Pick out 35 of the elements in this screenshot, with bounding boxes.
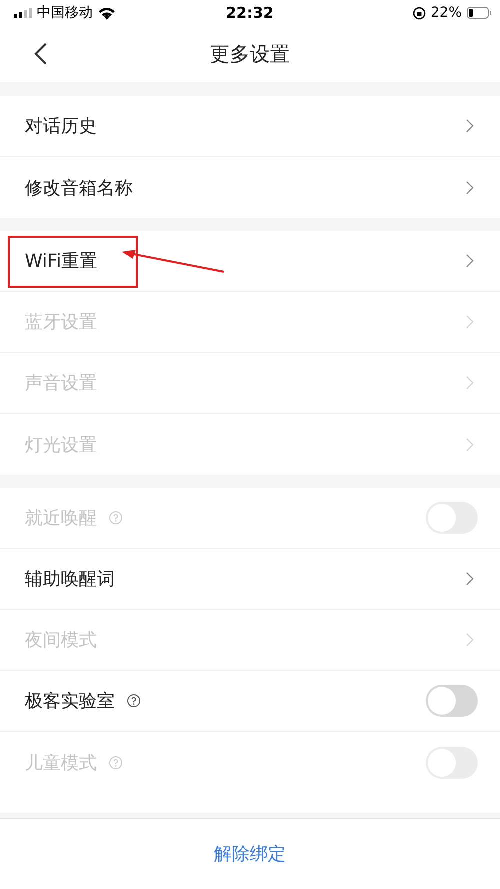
clock-time: 22:32 (225, 4, 275, 22)
row-label: WiFi重置 (25, 250, 98, 273)
chevron-right-icon (466, 633, 474, 647)
page-title: 更多设置 (209, 40, 291, 68)
settings-row[interactable]: 对话历史 (0, 96, 500, 157)
chevron-right-icon (466, 438, 474, 452)
signal-icon (14, 8, 32, 18)
settings-row[interactable]: 修改音箱名称 (0, 157, 500, 218)
toggle-switch[interactable] (426, 685, 478, 717)
row-label: 极客实验室 (25, 690, 115, 713)
chevron-right-icon (466, 180, 474, 194)
settings-row[interactable]: WiFi重置 (0, 231, 500, 292)
wifi-icon (98, 6, 116, 20)
battery-percent: 22% (430, 5, 462, 21)
row-label: 就近唤醒 (25, 507, 97, 530)
chevron-right-icon (466, 315, 474, 329)
chevron-right-icon (466, 254, 474, 268)
row-label: 修改音箱名称 (25, 176, 133, 200)
carrier-name: 中国移动 (37, 4, 93, 22)
help-icon[interactable] (127, 694, 141, 708)
settings-row[interactable]: 辅助唤醒词 (0, 549, 500, 610)
row-label: 声音设置 (25, 372, 97, 395)
unbind-button[interactable]: 解除绑定 (204, 836, 296, 872)
row-label: 蓝牙设置 (25, 311, 97, 334)
row-label: 对话历史 (25, 115, 97, 138)
chevron-right-icon (466, 572, 474, 586)
row-label: 儿童模式 (25, 752, 97, 774)
row-label: 辅助唤醒词 (25, 568, 115, 591)
battery-icon (467, 7, 492, 19)
chevron-right-icon (466, 376, 474, 390)
chevron-right-icon (466, 119, 474, 133)
row-label: 夜间模式 (25, 629, 97, 652)
settings-row[interactable]: 极客实验室 (0, 671, 500, 732)
rotation-lock-icon (412, 6, 426, 20)
row-label: 灯光设置 (25, 434, 97, 456)
